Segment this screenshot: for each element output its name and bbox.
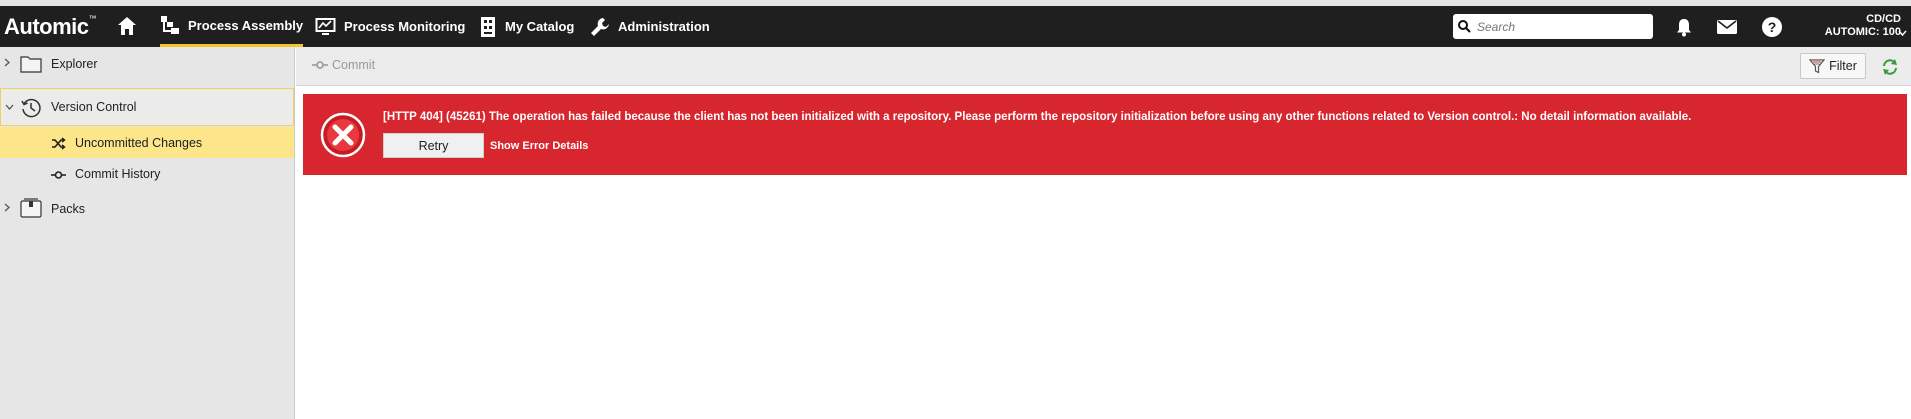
monitor-icon: [315, 17, 336, 35]
nav-label: Process Assembly: [188, 17, 304, 33]
top-navbar: Automic™ Process Assembly Process Monito…: [0, 6, 1911, 47]
sidebar: Explorer Version Control Uncommitted Cha…: [0, 47, 295, 419]
package-icon: [20, 198, 42, 221]
search-box[interactable]: [1453, 14, 1653, 39]
sidebar-item-label: Commit History: [75, 167, 161, 181]
nav-label: Process Monitoring: [344, 19, 466, 34]
process-assembly-icon: [161, 16, 179, 34]
nav-administration[interactable]: Administration: [590, 6, 710, 47]
nav-my-catalog[interactable]: My Catalog: [479, 6, 574, 47]
error-icon: [320, 112, 366, 163]
sidebar-item-explorer[interactable]: Explorer: [0, 51, 294, 77]
client-number: AUTOMIC: 100: [1824, 26, 1901, 38]
chevron-down-icon[interactable]: [1898, 23, 1907, 41]
nav-process-assembly[interactable]: Process Assembly: [160, 6, 304, 47]
sidebar-item-label: Packs: [51, 202, 86, 216]
chevron-down-icon[interactable]: [5, 102, 14, 113]
retry-button[interactable]: Retry: [383, 133, 484, 158]
error-panel: [HTTP 404] (45261) The operation has fai…: [303, 94, 1907, 175]
sidebar-item-label: Uncommitted Changes: [75, 135, 203, 150]
catalog-icon: [481, 16, 495, 37]
filter-button[interactable]: Filter: [1800, 53, 1866, 79]
logo-trademark: ™: [88, 14, 97, 23]
commit-icon: [51, 169, 66, 183]
chevron-right-icon[interactable]: [4, 58, 10, 70]
refresh-icon[interactable]: [1881, 58, 1899, 81]
client-name: CD/CD: [1866, 13, 1901, 25]
search-input[interactable]: [1475, 18, 1649, 35]
shuffle-icon: [51, 137, 66, 153]
commit-icon: [312, 61, 328, 69]
toolbar: Commit Filter: [296, 47, 1911, 86]
commit-label: Commit: [332, 58, 376, 72]
sidebar-item-uncommitted-changes[interactable]: Uncommitted Changes: [0, 127, 294, 158]
sidebar-item-packs[interactable]: Packs: [0, 195, 294, 223]
sidebar-item-label: Version Control: [51, 100, 137, 114]
logo-text: Automic: [4, 14, 89, 39]
chevron-right-icon[interactable]: [4, 203, 10, 215]
search-icon: [1458, 20, 1471, 33]
help-icon[interactable]: ?: [1761, 16, 1783, 38]
filter-label: Filter: [1829, 59, 1857, 73]
nav-label: Administration: [618, 19, 710, 34]
sidebar-item-commit-history[interactable]: Commit History: [0, 160, 294, 188]
sidebar-item-version-control[interactable]: Version Control: [0, 88, 294, 126]
folder-icon: [20, 54, 42, 76]
nav-process-monitoring[interactable]: Process Monitoring: [315, 6, 465, 47]
client-selector[interactable]: CD/CD AUTOMIC: 100: [1795, 13, 1901, 39]
sidebar-item-label: Explorer: [51, 57, 98, 71]
error-message: [HTTP 404] (45261) The operation has fai…: [383, 111, 1692, 123]
filter-icon: [1809, 58, 1826, 73]
nav-label: My Catalog: [505, 19, 575, 34]
history-icon: [20, 97, 42, 122]
show-error-details-link[interactable]: Show Error Details: [490, 140, 588, 152]
bell-icon[interactable]: [1673, 16, 1695, 38]
automic-logo: Automic™: [4, 14, 96, 40]
mail-icon[interactable]: [1716, 16, 1738, 38]
svg-text:?: ?: [1768, 19, 1777, 35]
commit-button[interactable]: Commit: [312, 58, 375, 72]
wrench-icon: [591, 17, 609, 36]
home-icon[interactable]: [116, 15, 138, 37]
